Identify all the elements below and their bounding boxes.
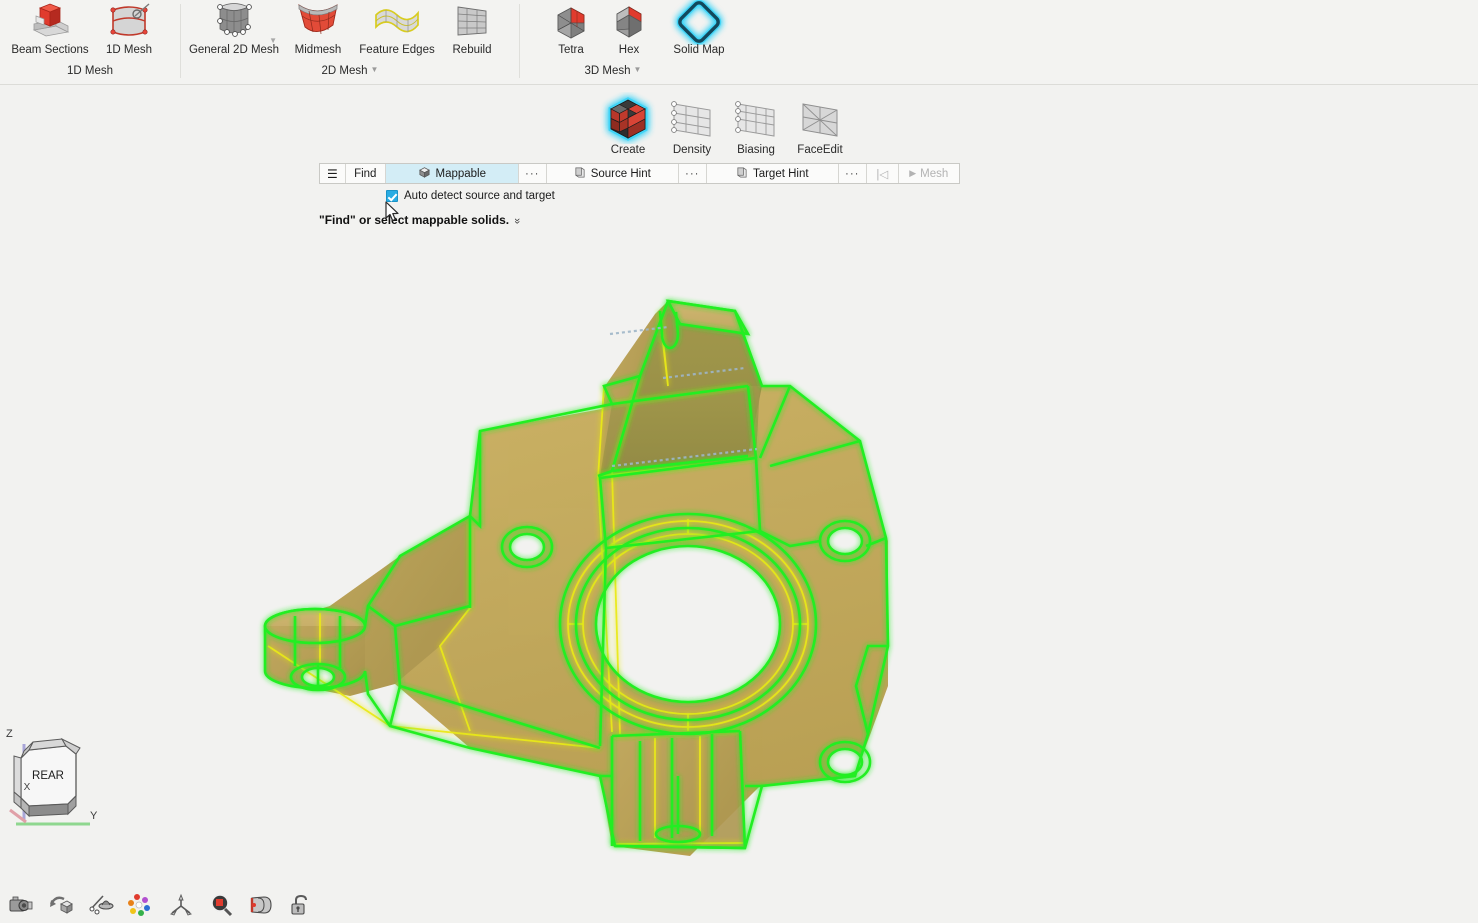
steering-knuckle-model[interactable] bbox=[0, 86, 1478, 881]
rotate-view-icon[interactable] bbox=[46, 890, 76, 920]
ribbon-button-solid-map[interactable]: Solid Map bbox=[658, 0, 740, 64]
color-palette-icon[interactable] bbox=[126, 890, 156, 920]
tetra-mesh-icon bbox=[548, 0, 594, 44]
axis-triad-icon[interactable] bbox=[166, 890, 196, 920]
ribbon-button-tetra[interactable]: Tetra bbox=[542, 0, 600, 64]
beam-section-icon bbox=[26, 0, 74, 44]
ribbon-button-beam-sections[interactable]: Beam Sections bbox=[8, 0, 92, 64]
view-orientation-cube[interactable]: Z Y REAR X bbox=[2, 726, 114, 834]
ribbon-toolbar: Beam Sections 1D Mesh 1D Mesh General 2D… bbox=[0, 0, 1478, 85]
ribbon-button-label: Hex bbox=[618, 44, 640, 56]
ribbon-group-1d-mesh: Beam Sections 1D Mesh 1D Mesh bbox=[0, 0, 180, 85]
ribbon-button-hex[interactable]: Hex bbox=[600, 0, 658, 64]
ribbon-group-title-3d-mesh: 3D Mesh ▼ bbox=[584, 65, 642, 77]
view-cube-face-label: REAR bbox=[32, 770, 64, 782]
ribbon-button-label: Solid Map bbox=[673, 44, 725, 56]
ribbon-button-feature-edges[interactable]: Feature Edges bbox=[353, 0, 441, 64]
zoom-magnifier-icon[interactable] bbox=[206, 890, 236, 920]
solid-map-icon bbox=[666, 0, 732, 45]
axis-label-z: Z bbox=[6, 728, 13, 740]
ribbon-button-label: Midmesh bbox=[294, 44, 342, 56]
ribbon-button-label: Beam Sections bbox=[11, 44, 89, 56]
application-window: Beam Sections 1D Mesh 1D Mesh General 2D… bbox=[0, 0, 1478, 923]
one-d-mesh-icon bbox=[105, 0, 153, 44]
ribbon-button-label: Rebuild bbox=[452, 44, 492, 56]
ribbon-button-midmesh[interactable]: Midmesh bbox=[283, 0, 353, 64]
midmesh-icon bbox=[293, 0, 343, 44]
ribbon-button-general-2d-mesh[interactable]: General 2D Mesh ▼ bbox=[185, 0, 283, 64]
feature-edges-icon bbox=[370, 0, 424, 44]
ribbon-button-label: Tetra bbox=[558, 44, 584, 56]
point-pick-icon[interactable] bbox=[86, 890, 116, 920]
ribbon-group-title-2d-mesh: 2D Mesh ▼ bbox=[321, 65, 379, 77]
ribbon-group-2d-mesh: General 2D Mesh ▼ Midmesh Feature Edges … bbox=[181, 0, 519, 85]
ribbon-group-title-1d-mesh: 1D Mesh bbox=[66, 65, 114, 77]
chevron-down-icon[interactable]: ▼ bbox=[634, 65, 642, 74]
3d-viewport[interactable] bbox=[0, 86, 1478, 881]
chevron-down-icon[interactable]: ▼ bbox=[371, 65, 379, 74]
axis-label-y: Y bbox=[90, 810, 98, 822]
general-2d-mesh-icon bbox=[206, 0, 262, 44]
axis-label-x-inner: X bbox=[24, 782, 31, 793]
ribbon-button-label: Feature Edges bbox=[359, 44, 435, 56]
ribbon-group-3d-mesh: Tetra Hex Solid Map 3D Mesh ▼ bbox=[520, 0, 770, 85]
ribbon-button-rebuild[interactable]: Rebuild bbox=[441, 0, 503, 64]
ribbon-button-1d-mesh[interactable]: 1D Mesh bbox=[92, 0, 166, 64]
ribbon-button-label: 1D Mesh bbox=[105, 44, 153, 56]
rebuild-icon bbox=[448, 0, 496, 44]
lock-icon[interactable] bbox=[286, 890, 316, 920]
bottom-toolbar bbox=[0, 886, 1478, 923]
hex-mesh-icon bbox=[606, 0, 652, 44]
two-d-three-d-view-icon[interactable] bbox=[246, 890, 276, 920]
visualization-camera-icon[interactable] bbox=[6, 890, 36, 920]
chevron-down-icon[interactable]: ▼ bbox=[269, 36, 277, 45]
ribbon-button-label: General 2D Mesh bbox=[188, 44, 280, 56]
